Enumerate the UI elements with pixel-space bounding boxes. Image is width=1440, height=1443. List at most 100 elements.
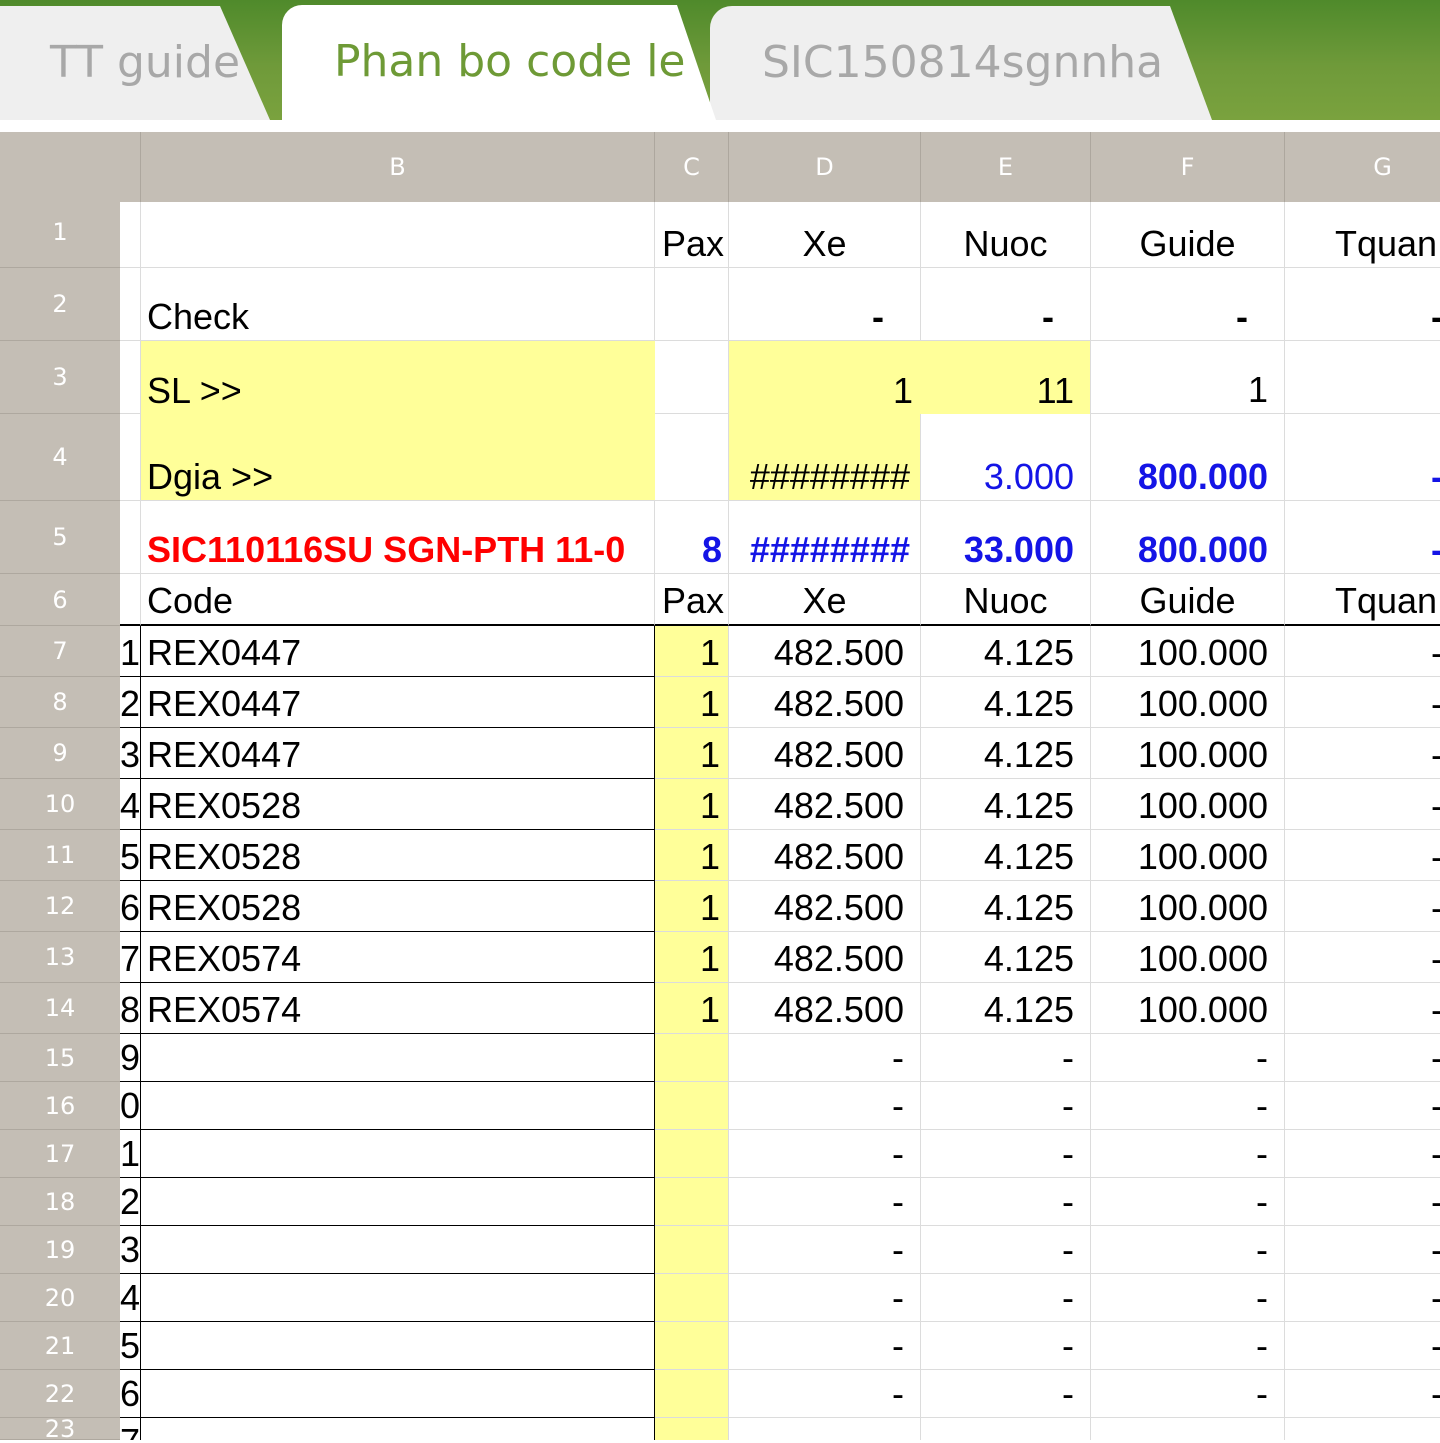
cell-g5[interactable]: -: [1285, 501, 1440, 574]
cell-xe[interactable]: 482.500: [729, 677, 921, 728]
row-header-21[interactable]: 21: [0, 1322, 120, 1370]
cell-tquan[interactable]: -: [1285, 1130, 1440, 1178]
row-header-3[interactable]: 3: [0, 341, 120, 414]
cell-guide[interactable]: 100.000: [1091, 983, 1285, 1034]
cell-tquan[interactable]: -: [1285, 1226, 1440, 1274]
cell-code[interactable]: REX0574: [141, 983, 655, 1034]
cell-e3[interactable]: 11: [921, 341, 1091, 414]
cell-nuoc[interactable]: 4.125: [921, 626, 1091, 677]
cell-b3[interactable]: SL >>: [141, 341, 655, 414]
tab-sic150814sgnnha[interactable]: SIC150814sgnnha: [710, 6, 1212, 120]
cell-g6[interactable]: Tquan: [1285, 574, 1440, 626]
cell-guide[interactable]: -: [1091, 1034, 1285, 1082]
cell-pax[interactable]: 1: [655, 881, 729, 932]
cell-pax[interactable]: [655, 1370, 729, 1418]
cell-pax[interactable]: [655, 1418, 729, 1440]
tab-phan-bo-code-le[interactable]: Phan bo code le: [282, 5, 716, 120]
row-header-4[interactable]: 4: [0, 414, 120, 501]
cell-nuoc[interactable]: 4.125: [921, 779, 1091, 830]
cell-guide[interactable]: 100.000: [1091, 779, 1285, 830]
column-header-c[interactable]: C: [655, 132, 729, 202]
row-header-10[interactable]: 10: [0, 779, 120, 830]
cell-c1[interactable]: Pax: [655, 202, 729, 268]
cell-tquan[interactable]: [1285, 1418, 1440, 1440]
cell-a2[interactable]: [120, 268, 141, 341]
cell-nuoc[interactable]: -: [921, 1034, 1091, 1082]
cell-a3[interactable]: [120, 341, 141, 414]
cell-idx[interactable]: 1: [120, 1130, 141, 1178]
cell-pax[interactable]: [655, 1274, 729, 1322]
cell-xe[interactable]: 482.500: [729, 983, 921, 1034]
cell-xe[interactable]: 482.500: [729, 830, 921, 881]
cell-f3[interactable]: 1: [1091, 341, 1285, 414]
cell-code[interactable]: [141, 1274, 655, 1322]
cell-e2[interactable]: -: [921, 268, 1091, 341]
column-header-b[interactable]: B: [141, 132, 655, 202]
cell-xe[interactable]: -: [729, 1130, 921, 1178]
spreadsheet-grid[interactable]: Pax Xe Nuoc Guide Tquan Check - - - - SL…: [120, 202, 1440, 1440]
cell-pax[interactable]: [655, 1130, 729, 1178]
cell-nuoc[interactable]: -: [921, 1178, 1091, 1226]
cell-xe[interactable]: -: [729, 1226, 921, 1274]
cell-g3[interactable]: [1285, 341, 1440, 414]
cell-pax[interactable]: 1: [655, 932, 729, 983]
cell-xe[interactable]: -: [729, 1322, 921, 1370]
row-header-23[interactable]: 23: [0, 1415, 120, 1443]
cell-g4[interactable]: -: [1285, 414, 1440, 501]
cell-pax[interactable]: 1: [655, 983, 729, 1034]
row-header-11[interactable]: 11: [0, 830, 120, 881]
cell-nuoc[interactable]: -: [921, 1226, 1091, 1274]
cell-guide[interactable]: 100.000: [1091, 677, 1285, 728]
cell-f6[interactable]: Guide: [1091, 574, 1285, 626]
row-header-18[interactable]: 18: [0, 1178, 120, 1226]
cell-xe[interactable]: 482.500: [729, 626, 921, 677]
cell-code[interactable]: [141, 1130, 655, 1178]
cell-a1[interactable]: [120, 202, 141, 268]
cell-tquan[interactable]: -: [1285, 1034, 1440, 1082]
cell-a6[interactable]: [120, 574, 141, 626]
row-header-19[interactable]: 19: [0, 1226, 120, 1274]
cell-idx[interactable]: 4: [120, 779, 141, 830]
cell-d4[interactable]: ########: [729, 414, 921, 501]
cell-b1[interactable]: [141, 202, 655, 268]
cell-nuoc[interactable]: 4.125: [921, 983, 1091, 1034]
column-header-f[interactable]: F: [1091, 132, 1285, 202]
cell-tquan[interactable]: -: [1285, 677, 1440, 728]
cell-guide[interactable]: [1091, 1418, 1285, 1440]
row-header-13[interactable]: 13: [0, 932, 120, 983]
row-header-7[interactable]: 7: [0, 626, 120, 677]
cell-code[interactable]: [141, 1034, 655, 1082]
cell-b2[interactable]: Check: [141, 268, 655, 341]
cell-pax[interactable]: [655, 1178, 729, 1226]
row-header-15[interactable]: 15: [0, 1034, 120, 1082]
cell-pax[interactable]: [655, 1322, 729, 1370]
cell-d2[interactable]: -: [729, 268, 921, 341]
cell-idx[interactable]: 5: [120, 1322, 141, 1370]
cell-nuoc[interactable]: 4.125: [921, 728, 1091, 779]
cell-code[interactable]: [141, 1322, 655, 1370]
cell-b6[interactable]: Code: [141, 574, 655, 626]
tab-tt-guide[interactable]: TT guide: [0, 6, 270, 120]
cell-pax[interactable]: 1: [655, 626, 729, 677]
cell-tquan[interactable]: -: [1285, 1274, 1440, 1322]
cell-code[interactable]: REX0447: [141, 728, 655, 779]
cell-code[interactable]: [141, 1226, 655, 1274]
cell-guide[interactable]: 100.000: [1091, 881, 1285, 932]
cell-c3[interactable]: [655, 341, 729, 414]
cell-idx[interactable]: 6: [120, 1370, 141, 1418]
column-header-a[interactable]: [120, 132, 141, 202]
cell-guide[interactable]: -: [1091, 1226, 1285, 1274]
cell-tquan[interactable]: -: [1285, 983, 1440, 1034]
cell-code[interactable]: REX0528: [141, 779, 655, 830]
cell-xe[interactable]: 482.500: [729, 728, 921, 779]
cell-f5[interactable]: 800.000: [1091, 501, 1285, 574]
cell-tquan[interactable]: -: [1285, 779, 1440, 830]
cell-guide[interactable]: -: [1091, 1082, 1285, 1130]
cell-a4[interactable]: [120, 414, 141, 501]
cell-b4[interactable]: Dgia >>: [141, 414, 655, 501]
cell-nuoc[interactable]: [921, 1418, 1091, 1440]
cell-xe[interactable]: -: [729, 1274, 921, 1322]
cell-nuoc[interactable]: -: [921, 1274, 1091, 1322]
cell-f2[interactable]: -: [1091, 268, 1285, 341]
cell-pax[interactable]: 1: [655, 728, 729, 779]
